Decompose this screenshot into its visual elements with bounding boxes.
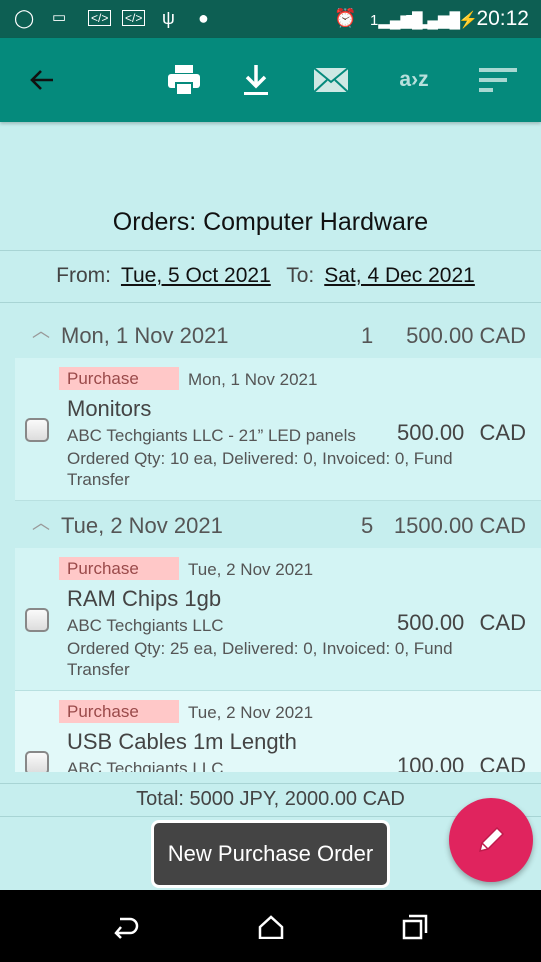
chevron-up-icon[interactable]: ︿: [32, 509, 50, 535]
new-purchase-order-button[interactable]: New Purchase Order: [151, 820, 390, 888]
recents-nav-button[interactable]: [400, 912, 430, 942]
from-label: From:: [56, 264, 111, 287]
back-button[interactable]: [24, 60, 60, 100]
code-icon: </>: [88, 10, 112, 26]
group-count: 5: [361, 513, 374, 538]
item-checkbox[interactable]: [25, 418, 49, 442]
back-arrow-icon: [30, 70, 53, 90]
download-button[interactable]: [238, 60, 274, 100]
item-details: Ordered Qty: 25 ea, Delivered: 0, Invoic…: [67, 639, 453, 679]
code-icon: </>: [122, 10, 146, 26]
sort-button[interactable]: [476, 60, 520, 100]
group-header[interactable]: ︿ Mon, 1 Nov 2021 1 500.00 CAD: [0, 303, 541, 358]
recents-icon: [402, 914, 428, 940]
mail-icon: [313, 67, 349, 93]
usb-icon: ψ: [162, 8, 175, 28]
mail-button[interactable]: [310, 60, 352, 100]
pencil-icon: [478, 826, 505, 853]
divider: [0, 250, 541, 251]
battery-saver-icon: ▭: [52, 9, 67, 26]
item-name: Monitors: [67, 396, 152, 421]
item-supplier: ABC Techgiants LLC: [67, 616, 224, 635]
list-item[interactable]: Purchase Tue, 2 Nov 2021 RAM Chips 1gb A…: [15, 548, 541, 691]
android-icon: ●: [198, 8, 209, 28]
type-badge: Purchase: [59, 700, 179, 723]
item-name: USB Cables 1m Length: [67, 729, 297, 754]
item-amount: 100.00: [397, 753, 465, 772]
divider: [0, 783, 541, 784]
group-amount: 500.00 CAD: [406, 323, 526, 348]
type-badge: Purchase: [59, 367, 179, 390]
back-nav-button[interactable]: [111, 912, 141, 942]
group-header[interactable]: ︿ Tue, 2 Nov 2021 5 1500.00 CAD: [0, 501, 541, 548]
edit-fab[interactable]: [449, 798, 533, 882]
sort-icon: [479, 68, 517, 92]
type-badge: Purchase: [59, 557, 179, 580]
list-item[interactable]: Purchase Mon, 1 Nov 2021 Monitors ABC Te…: [15, 358, 541, 501]
date-range: From: Tue, 5 Oct 2021 To: Sat, 4 Dec 2021: [0, 264, 541, 288]
sort-az-icon: a›z: [399, 68, 429, 91]
item-currency: CAD: [479, 753, 526, 772]
to-date[interactable]: Sat, 4 Dec 2021: [324, 264, 475, 287]
to-label: To:: [286, 264, 315, 287]
download-icon: [244, 65, 268, 95]
item-details: Ordered Qty: 10 ea, Delivered: 0, Invoic…: [67, 449, 453, 489]
back-nav-icon: [114, 917, 139, 939]
home-icon: [258, 915, 284, 939]
item-date: Tue, 2 Nov 2021: [188, 560, 314, 579]
item-supplier: ABC Techgiants LLC: [67, 759, 224, 772]
alarm-icon: ⏰: [334, 8, 357, 28]
item-currency: CAD: [479, 420, 526, 445]
print-icon: [168, 65, 200, 96]
group-date: Tue, 2 Nov 2021: [61, 513, 223, 538]
status-bar: ◯ ▭ </> </> ψ ● ⏰ 1▂▄▆█ R▂▄▆█ ▭⚡ 20:12: [0, 0, 541, 38]
sort-az-button[interactable]: a›z: [392, 60, 436, 100]
item-amount: 500.00: [397, 610, 465, 635]
list-item[interactable]: Purchase Tue, 2 Nov 2021 USB Cables 1m L…: [15, 691, 541, 772]
item-checkbox[interactable]: [25, 751, 49, 772]
page-title: Orders: Computer Hardware: [112, 208, 429, 236]
group-count: 1: [361, 323, 374, 348]
item-date: Tue, 2 Nov 2021: [188, 703, 314, 722]
from-date[interactable]: Tue, 5 Oct 2021: [121, 264, 271, 287]
battery-charging-icon: ▭⚡: [443, 12, 479, 29]
orders-list[interactable]: ︿ Mon, 1 Nov 2021 1 500.00 CAD Purchase …: [0, 303, 541, 772]
print-button[interactable]: [164, 60, 204, 100]
item-name: RAM Chips 1gb: [67, 586, 222, 611]
chevron-up-icon[interactable]: ︿: [32, 317, 50, 343]
group-amount: 1500.00 CAD: [393, 513, 526, 538]
home-nav-button[interactable]: [256, 912, 286, 942]
whatsapp-icon: ◯: [14, 8, 35, 28]
navigation-bar: [0, 890, 541, 962]
group-date: Mon, 1 Nov 2021: [61, 323, 229, 348]
item-currency: CAD: [479, 610, 526, 635]
total-summary: Total: 5000 JPY, 2000.00 CAD: [136, 788, 405, 810]
clock: 20:12: [476, 7, 529, 30]
item-checkbox[interactable]: [25, 608, 49, 632]
toolbar: a›z: [0, 38, 541, 122]
item-date: Mon, 1 Nov 2021: [188, 370, 318, 389]
item-supplier: ABC Techgiants LLC - 21” LED panels: [67, 426, 356, 445]
item-amount: 500.00: [397, 420, 465, 445]
